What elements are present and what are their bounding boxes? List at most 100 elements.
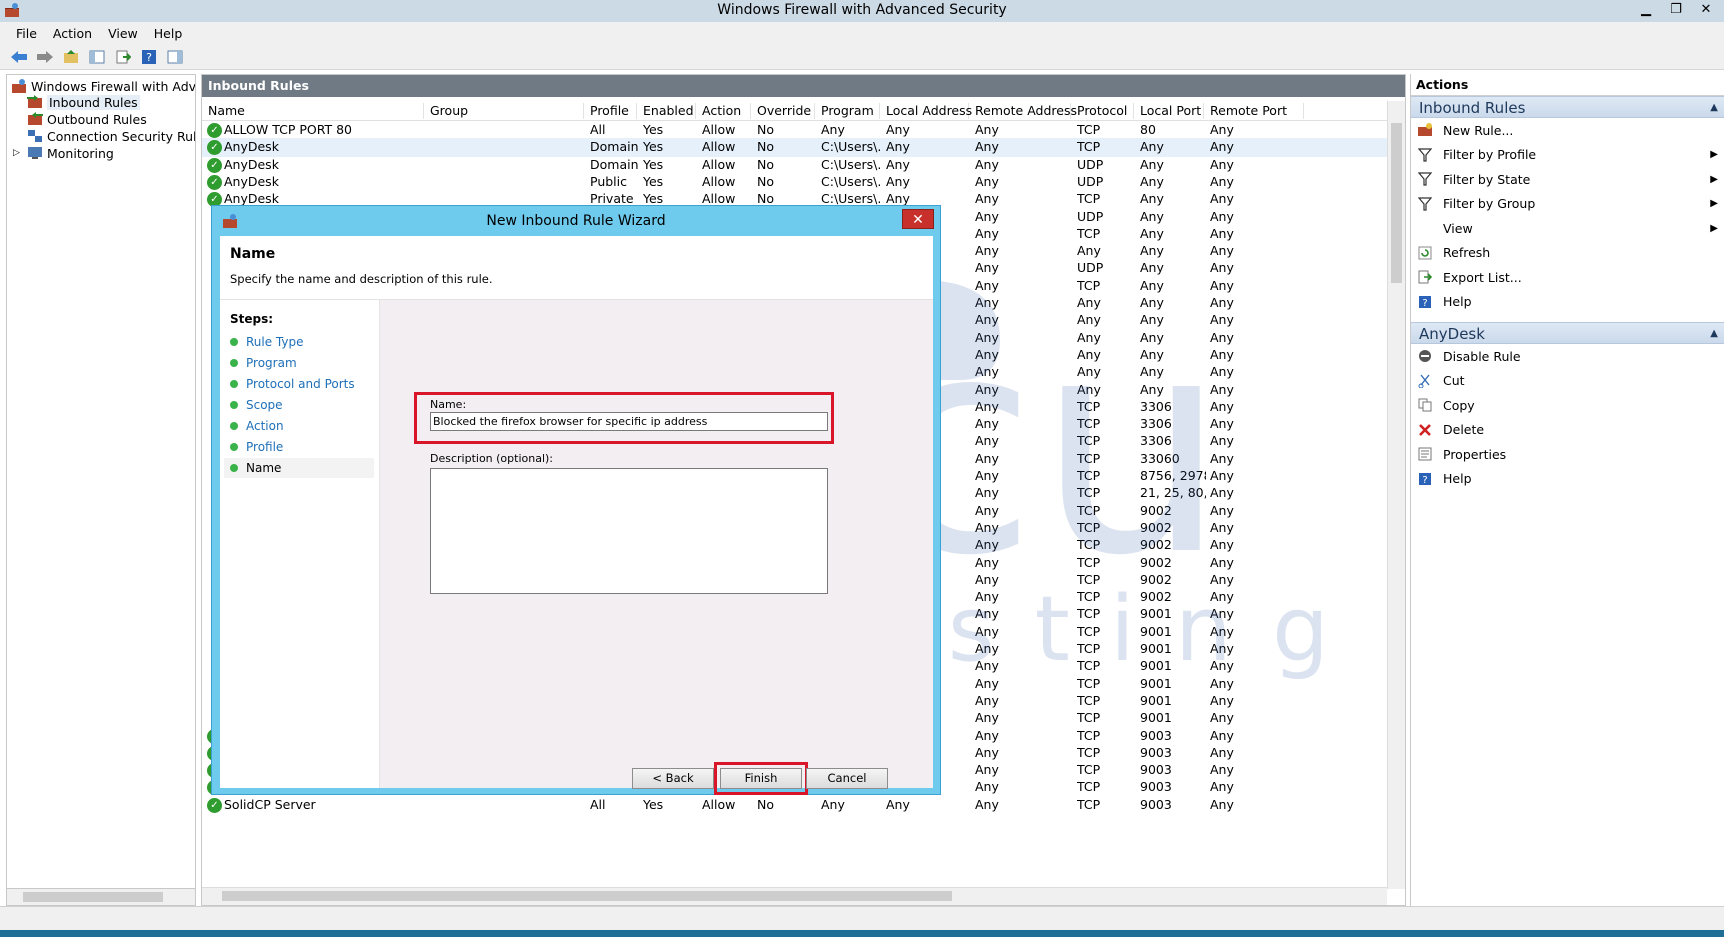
action-item[interactable]: Cut xyxy=(1411,369,1724,394)
forward-arrow-icon[interactable] xyxy=(34,47,56,67)
action-item[interactable]: Properties xyxy=(1411,442,1724,467)
action-item[interactable]: View ▶ xyxy=(1411,216,1724,241)
column-header[interactable]: Profile xyxy=(584,103,637,119)
show-hide-tree-icon[interactable] xyxy=(86,47,108,67)
step-status-dot-icon xyxy=(230,464,238,472)
cancel-button[interactable]: Cancel xyxy=(806,768,888,789)
menu-file[interactable]: File xyxy=(8,26,45,41)
table-cell: Any xyxy=(1210,537,1234,553)
table-cell: Yes xyxy=(643,122,664,137)
table-cell: TCP xyxy=(1077,571,1101,587)
table-cell: 9002 xyxy=(1140,571,1172,587)
action-item-label: Delete xyxy=(1443,422,1485,438)
actions-section-header[interactable]: AnyDesk ▲ xyxy=(1411,322,1724,344)
menu-action[interactable]: Action xyxy=(45,26,100,41)
back-button[interactable]: < Back xyxy=(632,768,714,789)
wizard-step-rule-type[interactable]: Rule Type xyxy=(224,332,374,352)
help-icon[interactable]: ? xyxy=(138,47,160,67)
menu-view[interactable]: View xyxy=(100,26,146,41)
column-header[interactable]: Enabled xyxy=(637,103,696,119)
table-cell: SolidCP Server xyxy=(224,796,316,812)
scrollbar-thumb[interactable] xyxy=(222,891,952,901)
export-list-icon[interactable] xyxy=(112,47,134,67)
table-row[interactable]: ✓ ALLOW TCP PORT 80 All Yes Allow No Any Any Any… xyxy=(202,121,1387,140)
table-row[interactable]: ✓SolidCP Server All Yes Allow No Any Any Any TCP… xyxy=(202,796,1387,815)
actions-section-title: AnyDesk xyxy=(1419,325,1485,343)
collapse-triangle-icon[interactable]: ▲ xyxy=(1710,97,1718,119)
wizard-step-action[interactable]: Action xyxy=(224,416,374,436)
column-header[interactable]: Remote Port xyxy=(1204,103,1304,119)
dialog-close-button[interactable]: ✕ xyxy=(902,209,934,229)
table-cell: Any xyxy=(821,122,845,137)
column-header[interactable]: Action xyxy=(696,103,751,119)
table-row[interactable]: ✓AnyDeskDomainYesAllowNoC:\Users\...AnyA… xyxy=(202,138,1387,158)
table-cell: Public xyxy=(590,173,627,189)
column-header[interactable]: Group xyxy=(424,103,584,119)
tree-horizontal-scrollbar[interactable] xyxy=(6,888,196,906)
table-cell: 9003 xyxy=(1140,727,1172,743)
tree-item-monitoring[interactable]: ▷ Monitoring xyxy=(13,144,114,162)
finish-button[interactable]: Finish xyxy=(720,768,802,789)
column-header[interactable]: Local Address xyxy=(880,103,972,119)
action-item[interactable]: Refresh xyxy=(1411,241,1724,266)
column-header[interactable]: Local Port xyxy=(1134,103,1204,119)
action-item[interactable]: ? Help xyxy=(1411,290,1724,315)
show-hide-action-pane-icon[interactable] xyxy=(164,47,186,67)
table-cell: 3306 xyxy=(1140,433,1172,449)
expand-chevron-icon[interactable]: ▷ xyxy=(13,148,23,158)
table-row[interactable]: ✓AnyDeskDomainYesAllowNoC:\Users\...AnyA… xyxy=(202,156,1387,175)
actions-section-header[interactable]: Inbound Rules ▲ xyxy=(1411,96,1724,118)
action-item[interactable]: ? Help xyxy=(1411,467,1724,492)
action-item[interactable]: Delete xyxy=(1411,418,1724,443)
table-cell: Any xyxy=(1210,468,1234,483)
table-cell: Any xyxy=(1210,623,1234,639)
action-item[interactable]: Disable Rule xyxy=(1411,344,1724,369)
table-cell: TCP xyxy=(1077,692,1101,708)
up-folder-icon[interactable] xyxy=(60,47,82,67)
tree-item-inbound-rules[interactable]: Inbound Rules xyxy=(27,93,140,111)
wizard-step-scope[interactable]: Scope xyxy=(224,395,374,415)
table-row[interactable]: ✓AnyDeskPublicYesAllowNoC:\Users\...AnyA… xyxy=(202,173,1387,192)
copy-icon xyxy=(1417,397,1433,413)
action-item[interactable]: New Rule... xyxy=(1411,118,1724,143)
action-item[interactable]: Export List... xyxy=(1411,265,1724,290)
menu-help[interactable]: Help xyxy=(146,26,191,41)
table-cell: Any xyxy=(1077,364,1101,380)
column-header[interactable]: Program xyxy=(815,103,880,119)
column-header[interactable]: Name xyxy=(202,103,424,119)
taskbar xyxy=(0,930,1724,937)
action-item[interactable]: Filter by State ▶ xyxy=(1411,167,1724,192)
enabled-check-icon: ✓ xyxy=(207,123,222,138)
scrollbar-thumb[interactable] xyxy=(23,892,163,902)
wizard-step-profile[interactable]: Profile xyxy=(224,437,374,457)
table-cell: Any xyxy=(1077,381,1101,397)
collapse-triangle-icon[interactable]: ▲ xyxy=(1710,323,1718,345)
table-cell: Any xyxy=(886,122,910,137)
table-cell: 9003 xyxy=(1140,744,1172,760)
action-item[interactable]: Filter by Profile ▶ xyxy=(1411,143,1724,168)
table-cell: Any xyxy=(1210,416,1234,432)
column-header[interactable]: Protocol xyxy=(1071,103,1134,119)
table-cell: Any xyxy=(1077,243,1101,259)
export-icon xyxy=(1417,269,1433,285)
description-textarea[interactable] xyxy=(430,468,828,594)
wizard-step-protocol-and-ports[interactable]: Protocol and Ports xyxy=(224,374,374,394)
close-button[interactable]: ✕ xyxy=(1694,1,1718,19)
minimize-button[interactable]: ▁ xyxy=(1634,1,1658,19)
horizontal-scrollbar[interactable] xyxy=(202,887,1387,905)
column-header[interactable]: Override xyxy=(751,103,815,119)
wizard-step-name[interactable]: Name xyxy=(224,458,374,478)
action-item[interactable]: Filter by Group ▶ xyxy=(1411,192,1724,217)
column-header[interactable]: Remote Address xyxy=(969,103,1077,119)
vertical-scrollbar[interactable] xyxy=(1387,101,1405,889)
tree-item-connection-security-rules[interactable]: Connection Security Rules xyxy=(27,127,195,145)
action-item[interactable]: Copy xyxy=(1411,393,1724,418)
tree-item-outbound-rules[interactable]: Outbound Rules xyxy=(27,110,147,128)
restore-button[interactable]: ❐ xyxy=(1664,1,1688,19)
scrollbar-thumb[interactable] xyxy=(1391,123,1402,283)
enabled-check-icon: ✓ xyxy=(207,140,222,156)
name-input[interactable]: Blocked the firefox browser for specific… xyxy=(430,412,828,431)
table-cell: C:\Users\... xyxy=(821,191,882,207)
back-arrow-icon[interactable] xyxy=(8,47,30,67)
wizard-step-program[interactable]: Program xyxy=(224,353,374,373)
